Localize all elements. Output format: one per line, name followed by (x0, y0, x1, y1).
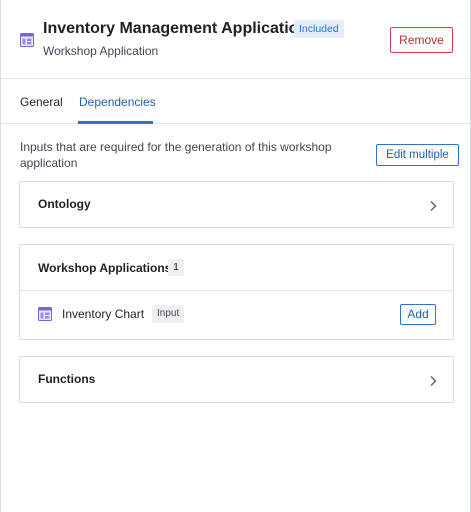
edit-multiple-button[interactable]: Edit multiple (376, 144, 459, 166)
count-badge: 1 (168, 259, 184, 276)
remove-button[interactable]: Remove (390, 27, 453, 53)
ontology-section[interactable]: Ontology (19, 181, 454, 228)
panel-header: Inventory Management Application Include… (1, 0, 470, 79)
tab-general[interactable]: General (20, 95, 63, 109)
tab-dependencies[interactable]: Dependencies (79, 95, 156, 109)
add-button[interactable]: Add (400, 304, 436, 325)
dependencies-description: Inputs that are required for the generat… (20, 140, 332, 170)
tab-bar: General Dependencies (1, 79, 470, 124)
included-badge: Included (294, 20, 344, 38)
workshop-applications-section: Workshop Applications 1 Inventory Chart … (19, 244, 454, 340)
page-title: Inventory Management Application (43, 20, 309, 37)
chevron-right-icon (428, 374, 438, 387)
functions-section-title: Functions (38, 372, 96, 386)
workshop-app-icon (20, 33, 34, 47)
section-divider (20, 290, 453, 291)
functions-section[interactable]: Functions (19, 356, 454, 403)
input-tag: Input (152, 305, 185, 323)
workshop-app-icon (38, 307, 52, 321)
dependency-panel: Inventory Management Application Include… (0, 0, 471, 512)
page-subtitle: Workshop Application (43, 44, 159, 58)
chevron-right-icon (428, 199, 438, 212)
ontology-section-title: Ontology (38, 197, 91, 211)
dependency-item-label: Inventory Chart (62, 307, 145, 321)
workshop-applications-section-title: Workshop Applications (38, 261, 172, 275)
active-tab-indicator (78, 121, 153, 124)
